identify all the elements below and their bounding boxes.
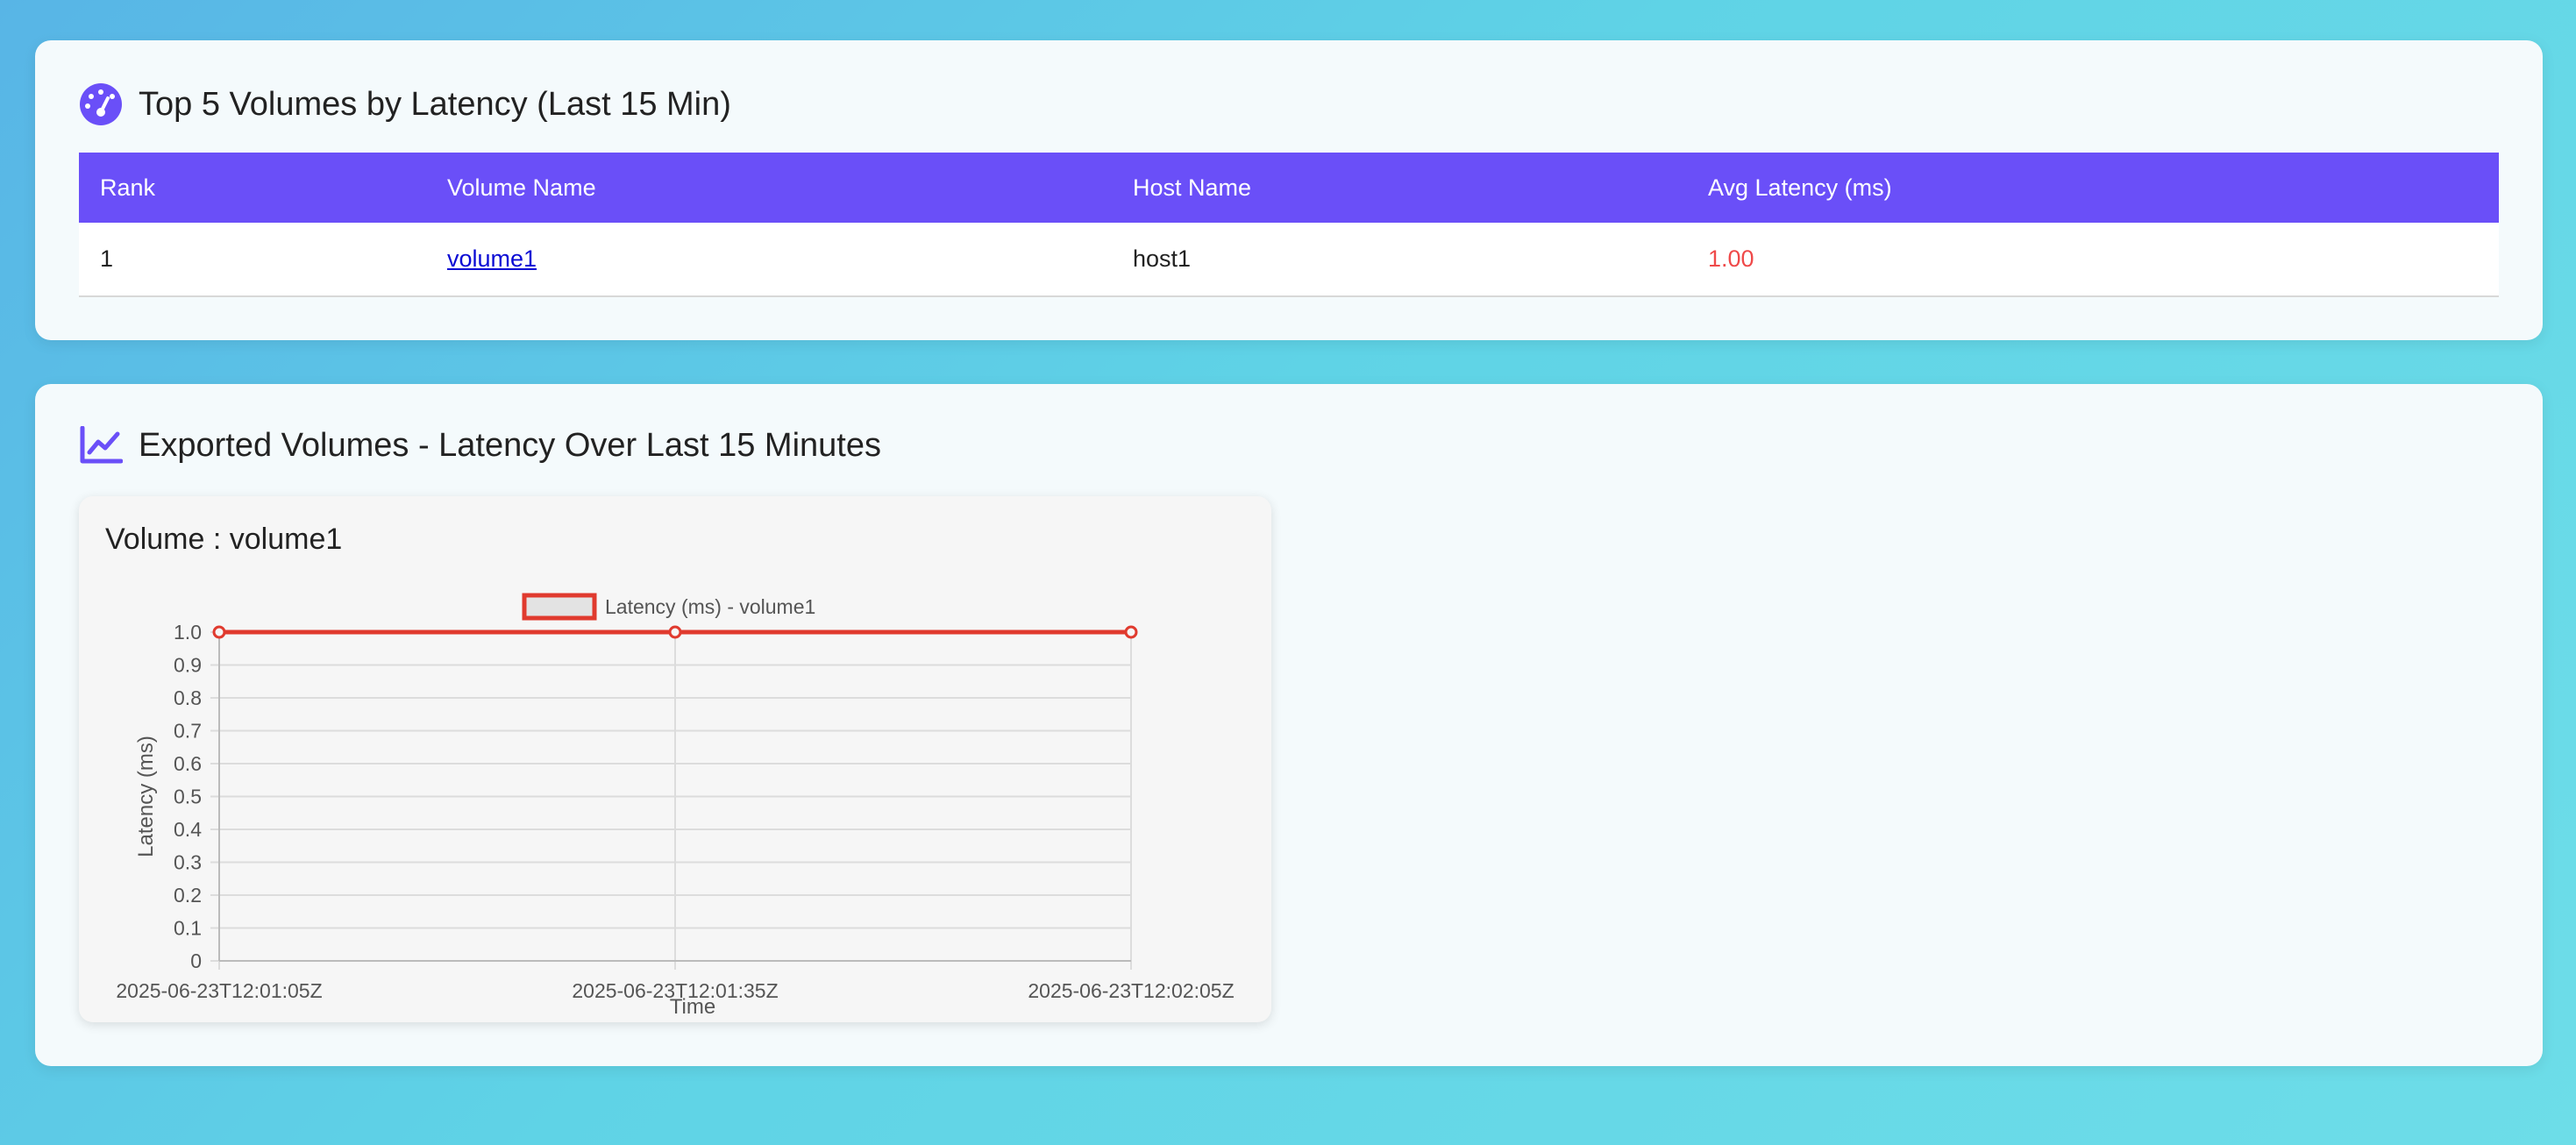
exported-volumes-card: Exported Volumes - Latency Over Last 15 …	[35, 384, 2543, 1066]
y-tick-label: 0.8	[174, 686, 202, 709]
y-tick-label: 0.1	[174, 917, 202, 940]
x-tick-label: 2025-06-23T12:01:05Z	[116, 979, 322, 1002]
top-volumes-table: Rank Volume Name Host Name Avg Latency (…	[79, 153, 2499, 297]
data-point	[212, 625, 226, 639]
volume-name-cell: volume1	[426, 223, 1112, 296]
volume-chart-card: Volume : volume1 0 0.1 0.2 0.3 0.4 0.5 0.6 0.7 0…	[79, 496, 1271, 1022]
x-tick-label: 2025-06-23T12:02:05Z	[1028, 979, 1234, 1002]
table-row: 1 volume1 host1 1.00	[79, 223, 2499, 296]
exported-volumes-title: Exported Volumes - Latency Over Last 15 …	[139, 426, 881, 464]
y-tick-label: 0.4	[174, 818, 202, 841]
y-tick-label: 0.2	[174, 884, 202, 907]
legend-swatch	[522, 593, 597, 621]
x-axis-title: Time	[670, 995, 715, 1019]
column-header-volume-name: Volume Name	[447, 174, 596, 201]
y-tick-label: 0.3	[174, 851, 202, 874]
table-header-row: Rank Volume Name Host Name Avg Latency (…	[79, 153, 2499, 223]
y-tick-label: 0.9	[174, 654, 202, 677]
top-volumes-card: Top 5 Volumes by Latency (Last 15 Min) R…	[35, 40, 2543, 340]
column-header-rank: Rank	[100, 174, 156, 201]
y-tick-label: 0.6	[174, 752, 202, 775]
column-header-avg-latency: Avg Latency (ms)	[1708, 174, 1892, 201]
top-volumes-title: Top 5 Volumes by Latency (Last 15 Min)	[139, 85, 731, 123]
y-tick-label: 0	[190, 949, 202, 972]
y-tick-label: 1.0	[174, 621, 202, 644]
column-header-host-name: Host Name	[1133, 174, 1252, 201]
host-name-cell: host1	[1133, 245, 1192, 272]
y-tick-label: 0.7	[174, 720, 202, 743]
data-point	[1124, 625, 1138, 639]
rank-cell: 1	[100, 245, 114, 272]
legend-label: Latency (ms) - volume1	[605, 595, 815, 618]
avg-latency-cell: 1.00	[1708, 245, 1754, 272]
line-chart-icon	[79, 426, 123, 465]
y-axis-title: Latency (ms)	[134, 736, 158, 857]
latency-line-chart: 0 0.1 0.2 0.3 0.4 0.5 0.6 0.7 0.8 0.9 1.0 2025-06-2…	[116, 593, 1235, 1019]
data-point	[668, 625, 682, 639]
top-volumes-header: Top 5 Volumes by Latency (Last 15 Min)	[79, 82, 731, 126]
volume-link[interactable]: volume1	[447, 245, 537, 272]
exported-volumes-header: Exported Volumes - Latency Over Last 15 …	[79, 426, 881, 465]
y-tick-label: 0.5	[174, 786, 202, 808]
gauge-icon	[79, 82, 123, 126]
